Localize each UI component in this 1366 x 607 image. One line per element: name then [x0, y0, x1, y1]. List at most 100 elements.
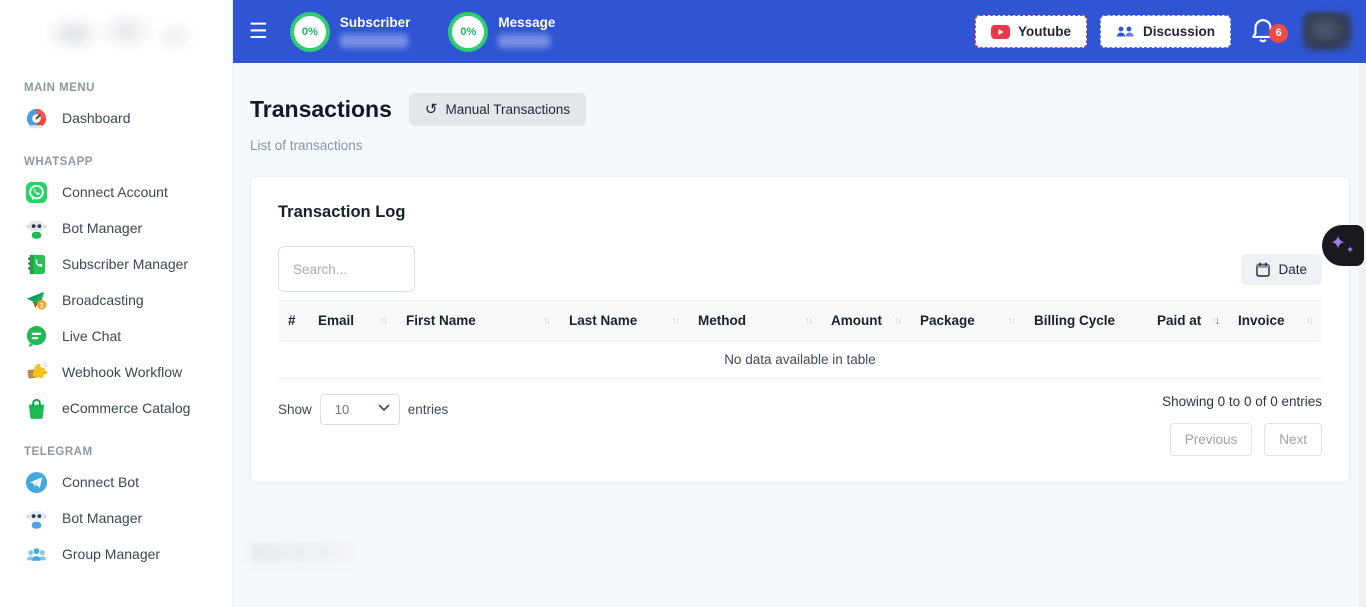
youtube-icon: [991, 25, 1010, 39]
sidebar-item-label: eCommerce Catalog: [62, 400, 190, 416]
transactions-table: # Email↑↓ First Name↑↓ Last Name↑↓ Metho…: [278, 300, 1322, 379]
sidebar-item-label: Bot Manager: [62, 510, 142, 526]
page-subtitle: List of transactions: [250, 138, 1350, 153]
sidebar-item-bot-manager-telegram[interactable]: Bot Manager: [0, 500, 232, 536]
subscriber-progress-ring: 0%: [290, 12, 330, 52]
transaction-log-card: Transaction Log Date #: [250, 176, 1350, 483]
contacts-book-icon: [24, 252, 48, 276]
calendar-icon: [1256, 262, 1270, 277]
sidebar-item-connect-bot[interactable]: Connect Bot: [0, 464, 232, 500]
sidebar-item-live-chat[interactable]: Live Chat: [0, 318, 232, 354]
message-value-redacted: [498, 34, 550, 48]
date-filter-button[interactable]: Date: [1241, 254, 1322, 285]
search-input[interactable]: [278, 246, 415, 292]
sort-icon-active: ↑↓: [1212, 315, 1219, 327]
whatsapp-icon: [24, 180, 48, 204]
show-label: Show: [278, 402, 312, 417]
empty-row: No data available in table: [278, 341, 1322, 379]
message-percent: 0%: [460, 26, 476, 38]
sparkle-icon: ✦: [1330, 232, 1346, 255]
discussion-button[interactable]: Discussion: [1100, 15, 1231, 48]
page-size-select[interactable]: 10: [320, 394, 400, 425]
svg-text:1: 1: [39, 300, 44, 309]
main-content: Transactions ↺ Manual Transactions List …: [233, 63, 1366, 607]
message-label: Message: [498, 15, 555, 30]
message-progress-ring: 0%: [448, 12, 488, 52]
col-email[interactable]: Email↑↓: [308, 301, 396, 341]
ai-assistant-button[interactable]: ✦ ✦: [1322, 225, 1364, 266]
app-logo[interactable]: [10, 6, 222, 62]
subscriber-percent: 0%: [302, 26, 318, 38]
sidebar: MAIN MENU Dashboard WHATSAPP Connect Acc…: [0, 0, 233, 607]
subscriber-stat: 0% Subscriber: [290, 12, 411, 52]
sidebar-item-bot-manager-whatsapp[interactable]: Bot Manager: [0, 210, 232, 246]
sort-icon: ↑↓: [1306, 315, 1313, 327]
col-first-name[interactable]: First Name↑↓: [396, 301, 559, 341]
empty-message: No data available in table: [278, 341, 1322, 379]
youtube-button[interactable]: Youtube: [975, 15, 1087, 48]
sidebar-section-whatsapp: WHATSAPP: [24, 156, 232, 168]
megaphone-icon: 1: [24, 288, 48, 312]
sidebar-item-ecommerce-catalog[interactable]: eCommerce Catalog: [0, 390, 232, 426]
robot-blue-icon: [24, 506, 48, 530]
sort-icon: ↑↓: [805, 315, 812, 327]
sidebar-item-group-manager[interactable]: Group Manager: [0, 536, 232, 572]
sidebar-section-main-menu: MAIN MENU: [24, 82, 232, 94]
chevron-down-icon: [378, 404, 390, 412]
sparkle-icon: ✦: [1346, 245, 1354, 256]
manual-transactions-button[interactable]: ↺ Manual Transactions: [409, 93, 586, 126]
message-stat: 0% Message: [448, 12, 555, 52]
sort-icon: ↑↓: [1008, 315, 1015, 327]
sidebar-item-label: Connect Bot: [62, 474, 139, 490]
sort-icon: ↑↓: [672, 315, 679, 327]
col-amount[interactable]: Amount↑↓: [821, 301, 910, 341]
topbar: ☰ 0% Subscriber 0% Message: [233, 0, 1366, 63]
notifications-button[interactable]: 6: [1250, 17, 1280, 47]
next-button[interactable]: Next: [1264, 423, 1322, 456]
sidebar-item-connect-account[interactable]: Connect Account: [0, 174, 232, 210]
sidebar-item-label: Bot Manager: [62, 220, 142, 236]
sidebar-item-label: Webhook Workflow: [62, 364, 182, 380]
previous-button[interactable]: Previous: [1170, 423, 1253, 456]
sidebar-item-webhook-workflow[interactable]: Webhook Workflow: [0, 354, 232, 390]
col-billing-cycle[interactable]: Billing Cycle: [1024, 301, 1147, 341]
sidebar-item-label: Subscriber Manager: [62, 256, 188, 272]
notification-count-badge: 6: [1269, 24, 1288, 43]
hamburger-menu-icon[interactable]: ☰: [249, 21, 268, 42]
shopping-bag-icon: [24, 396, 48, 420]
group-icon: [24, 542, 48, 566]
dashboard-gauge-icon: [24, 106, 48, 130]
sidebar-item-label: Broadcasting: [62, 292, 144, 308]
sidebar-item-broadcasting[interactable]: 1 Broadcasting: [0, 282, 232, 318]
col-invoice[interactable]: Invoice↑↓: [1228, 301, 1322, 341]
entries-label: entries: [408, 402, 449, 417]
table-header-row: # Email↑↓ First Name↑↓ Last Name↑↓ Metho…: [278, 301, 1322, 341]
page-title: Transactions: [250, 96, 392, 123]
puzzle-icon: [24, 360, 48, 384]
col-method[interactable]: Method↑↓: [688, 301, 821, 341]
scrollbar[interactable]: [1359, 63, 1366, 607]
subscriber-label: Subscriber: [340, 15, 411, 30]
subscriber-value-redacted: [340, 34, 408, 48]
chat-bubble-icon: [24, 324, 48, 348]
robot-green-icon: [24, 216, 48, 240]
sidebar-item-dashboard[interactable]: Dashboard: [0, 100, 232, 136]
telegram-icon: [24, 470, 48, 494]
sidebar-item-label: Live Chat: [62, 328, 121, 344]
sidebar-item-label: Connect Account: [62, 184, 168, 200]
col-index: #: [278, 301, 308, 341]
history-icon: ↺: [425, 102, 438, 117]
sidebar-item-label: Dashboard: [62, 110, 131, 126]
sort-icon: ↑↓: [894, 315, 901, 327]
user-avatar[interactable]: [1303, 12, 1352, 51]
footer-text-redacted: [250, 542, 356, 563]
sort-icon: ↑↓: [380, 315, 387, 327]
app-window: MAIN MENU Dashboard WHATSAPP Connect Acc…: [0, 0, 1366, 607]
sidebar-item-label: Group Manager: [62, 546, 160, 562]
discussion-people-icon: [1116, 24, 1135, 39]
col-paid-at[interactable]: Paid at↑↓: [1147, 301, 1228, 341]
sidebar-section-telegram: TELEGRAM: [24, 446, 232, 458]
col-last-name[interactable]: Last Name↑↓: [559, 301, 688, 341]
col-package[interactable]: Package↑↓: [910, 301, 1024, 341]
sidebar-item-subscriber-manager[interactable]: Subscriber Manager: [0, 246, 232, 282]
